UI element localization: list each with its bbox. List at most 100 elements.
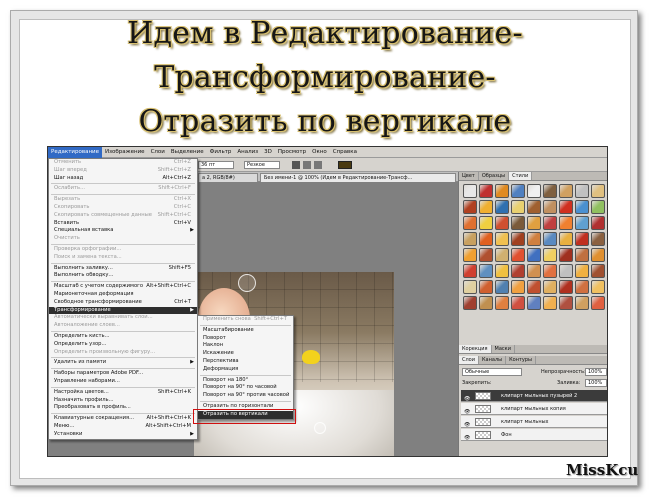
style-swatch[interactable] [575,200,589,214]
style-swatch[interactable] [479,200,493,214]
style-swatch[interactable] [479,248,493,262]
style-swatch[interactable] [511,248,525,262]
menu-item[interactable]: Искажение [198,350,293,358]
style-swatch[interactable] [463,184,477,198]
menu-8[interactable]: Окно [309,149,330,155]
style-swatch[interactable] [495,280,509,294]
menu-item[interactable]: Свободное трансформирование Ctrl+T [49,299,197,307]
menu-item[interactable]: Деформация [198,366,293,374]
menu-item[interactable]: Масштаб с учетом содержимого Alt+Shift+Ct… [49,283,197,291]
style-swatch[interactable] [575,184,589,198]
style-swatch[interactable] [511,296,525,310]
tab-styles[interactable]: Стили [509,172,533,180]
doc-tab-2[interactable]: Без имени-1 @ 100% (Идем в Редактировани… [260,173,456,182]
style-swatch[interactable] [479,232,493,246]
text-color-swatch[interactable] [338,161,352,169]
layer-row[interactable]: 👁 клипарт мыльных пузырей 2 [461,390,607,402]
style-swatch[interactable] [495,184,509,198]
menu-item[interactable]: Определить кисть... [49,333,197,341]
style-swatch[interactable] [495,216,509,230]
menu-item[interactable]: Шаг назад Alt+Ctrl+Z [49,175,197,183]
style-swatch[interactable] [543,280,557,294]
menu-item[interactable]: Определить произвольную фигуру... [49,349,197,357]
tab-paths[interactable]: Контуры [506,356,536,364]
menu-item[interactable]: Марионеточная деформация [49,291,197,299]
style-swatch[interactable] [543,184,557,198]
style-swatch[interactable] [495,296,509,310]
style-swatch[interactable] [527,264,541,278]
fill-field[interactable]: 100% [585,379,607,387]
style-swatch[interactable] [591,184,605,198]
style-swatch[interactable] [559,264,573,278]
style-swatch[interactable] [511,200,525,214]
style-swatch[interactable] [575,232,589,246]
style-swatch[interactable] [479,216,493,230]
menu-item[interactable]: Удалить из памяти ▶ [49,359,197,367]
style-swatch[interactable] [591,248,605,262]
menu-item[interactable]: Преобразовать в профиль... [49,404,197,412]
menu-item[interactable]: Установки ▶ [49,431,197,439]
style-swatch[interactable] [511,232,525,246]
style-swatch[interactable] [463,296,477,310]
menu-item[interactable]: Скопировать Ctrl+C [49,204,197,212]
menu-item[interactable]: Отменить Ctrl+Z [49,159,197,167]
opacity-field[interactable]: 100% [585,368,607,376]
menu-item[interactable]: Выполнить обводку... [49,272,197,280]
style-swatch[interactable] [559,184,573,198]
menu-item[interactable]: Автоматически выравнивать слои... [49,314,197,322]
menu-item[interactable]: Настройка цветов... Shift+Ctrl+K [49,389,197,397]
style-swatch[interactable] [463,248,477,262]
tab-masks[interactable]: Маски [492,345,515,353]
align-center-icon[interactable] [303,161,311,169]
style-swatch[interactable] [511,280,525,294]
style-swatch[interactable] [575,216,589,230]
tab-swatches[interactable]: Образцы [479,172,510,180]
menu-item[interactable]: Поворот на 90° против часовой [198,392,293,400]
style-swatch[interactable] [591,296,605,310]
menu-item[interactable]: Определить узор... [49,341,197,349]
layer-row[interactable]: 👁 клипарт мыльных [461,416,607,428]
style-swatch[interactable] [479,280,493,294]
style-swatch[interactable] [527,296,541,310]
style-swatch[interactable] [575,248,589,262]
style-swatch[interactable] [591,264,605,278]
menu-item[interactable]: Меню... Alt+Shift+Ctrl+M [49,423,197,431]
menu-item[interactable]: Скопировать совмещенные данные Shift+Ctrl… [49,212,197,220]
style-swatch[interactable] [543,216,557,230]
menu-item[interactable]: Управление наборами... [49,378,197,386]
menu-7[interactable]: Просмотр [275,149,309,155]
blend-mode-select[interactable]: Обычные [462,368,522,376]
style-swatch[interactable] [479,296,493,310]
doc-tab-1[interactable]: а 2, RGB/8#) [198,173,258,182]
style-swatch[interactable] [527,248,541,262]
style-swatch[interactable] [527,200,541,214]
align-right-icon[interactable] [314,161,322,169]
menu-2[interactable]: Слои [148,149,168,155]
style-swatch[interactable] [479,184,493,198]
style-swatch[interactable] [559,280,573,294]
style-swatch[interactable] [463,264,477,278]
menu-item[interactable]: Очистить [49,235,197,243]
menu-6[interactable]: 3D [261,149,275,155]
style-swatch[interactable] [527,280,541,294]
style-swatch[interactable] [559,296,573,310]
style-swatch[interactable] [591,200,605,214]
menu-item[interactable]: Перспектива [198,358,293,366]
style-swatch[interactable] [527,184,541,198]
menu-item[interactable]: Вырезать Ctrl+X [49,196,197,204]
menu-item[interactable]: Поворот [198,335,293,343]
style-swatch[interactable] [495,264,509,278]
style-swatch[interactable] [543,232,557,246]
menu-item[interactable]: Вставить Ctrl+V [49,220,197,228]
menu-item[interactable]: Назначить профиль... [49,397,197,405]
style-swatch[interactable] [495,232,509,246]
menu-item[interactable]: Поиск и замена текста... [49,254,197,262]
style-swatch[interactable] [495,248,509,262]
antialias-select[interactable]: Резкое [244,161,280,169]
style-swatch[interactable] [511,216,525,230]
style-swatch[interactable] [559,216,573,230]
menu-1[interactable]: Изображение [102,149,148,155]
font-size-field[interactable]: 36 пт [198,161,234,169]
menu-9[interactable]: Справка [330,149,360,155]
menu-item[interactable]: Ослабить... Shift+Ctrl+F [49,185,197,193]
